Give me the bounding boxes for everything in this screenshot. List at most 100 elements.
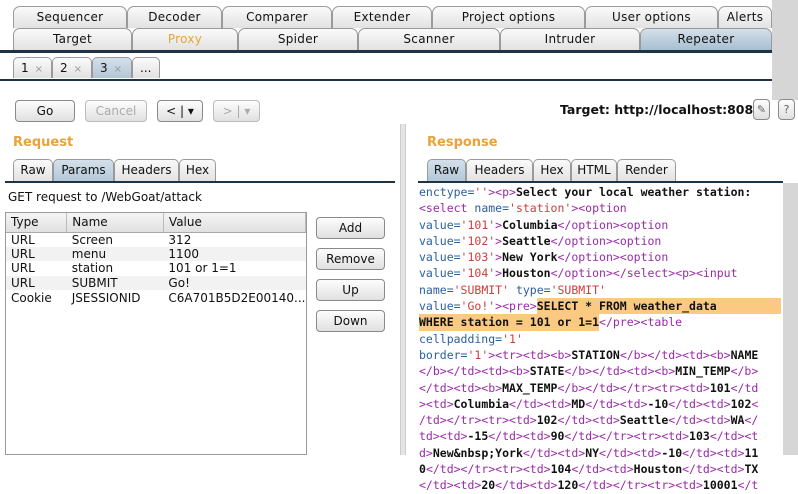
tab-proxy[interactable]: Proxy: [132, 28, 238, 50]
response-line: border= '1' ><tr><td><b> STATION </b></td><t…: [419, 347, 781, 363]
go-button[interactable]: Go: [15, 100, 75, 122]
tab-target[interactable]: Target: [13, 28, 132, 50]
code-token: 0: [419, 462, 426, 477]
code-token: </td><td>: [495, 478, 558, 493]
code-token: 104: [550, 462, 572, 477]
response-tab-html[interactable]: HTML: [571, 159, 617, 181]
close-icon[interactable]: ×: [114, 64, 122, 75]
code-token: value=: [419, 266, 461, 281]
code-token: SELECT * FROM weather_data: [536, 298, 717, 315]
repeater-tab-more[interactable]: ...: [132, 57, 160, 78]
param-type[interactable]: URL: [6, 275, 67, 291]
tab-sequencer[interactable]: Sequencer: [13, 6, 127, 28]
tab-decoder[interactable]: Decoder: [127, 6, 222, 28]
code-token: '1': [467, 347, 489, 362]
code-token: Seattle: [502, 233, 551, 248]
close-icon[interactable]: ×: [74, 64, 82, 75]
param-type[interactable]: URL: [6, 246, 67, 262]
code-token: type=: [509, 282, 551, 297]
code-token: </td><t: [709, 429, 759, 444]
code-token: '102': [460, 233, 496, 248]
request-tab-headers[interactable]: Headers: [114, 159, 179, 181]
param-row[interactable]: URL SUBMIT Go!: [6, 275, 306, 291]
code-token: </td><td>: [668, 413, 731, 428]
back-button[interactable]: < | ▾: [157, 100, 203, 122]
code-token: </b></td><td><b>: [564, 364, 676, 379]
tab-project-options[interactable]: Project options: [432, 6, 585, 28]
code-token: </td><td>: [488, 429, 551, 444]
response-tab-headers[interactable]: Headers: [466, 159, 533, 181]
divider: [418, 181, 783, 183]
close-icon[interactable]: ×: [35, 64, 43, 75]
param-value[interactable]: 312: [163, 232, 305, 247]
code-token: </td></tr><tr><td>: [425, 462, 551, 477]
response-scrollbar[interactable]: [783, 183, 798, 455]
tab-intruder[interactable]: Intruder: [500, 28, 640, 50]
param-value[interactable]: 1100: [163, 246, 306, 262]
tab-repeater[interactable]: Repeater: [640, 28, 772, 50]
response-line: <select name='station' ><option: [419, 200, 781, 216]
param-type[interactable]: URL: [6, 232, 67, 247]
param-name[interactable]: menu: [66, 246, 164, 262]
param-row[interactable]: URL Screen 312: [6, 232, 306, 247]
param-type[interactable]: Cookie: [6, 290, 67, 305]
tab-scanner[interactable]: Scanner: [358, 28, 500, 50]
param-value[interactable]: Go!: [163, 275, 306, 291]
code-token: </b></td></tr><tr><td>: [557, 380, 710, 395]
code-token: Select your local weather station:: [515, 185, 752, 199]
code-token: 10001: [702, 478, 738, 493]
code-token: >: [495, 250, 503, 265]
param-name[interactable]: Screen: [67, 232, 164, 247]
request-tab-raw[interactable]: Raw: [13, 159, 53, 181]
code-token: New York: [502, 250, 558, 265]
edit-target-button[interactable]: ✎: [753, 99, 770, 120]
response-tab-raw[interactable]: Raw: [427, 159, 466, 181]
request-tab-hex[interactable]: Hex: [179, 159, 216, 181]
cancel-button[interactable]: Cancel: [85, 100, 147, 122]
code-token: NY: [585, 445, 600, 460]
response-line: name= 'SUBMIT' type= 'SUBMIT': [419, 282, 781, 298]
remove-button[interactable]: Remove: [316, 248, 385, 270]
param-value[interactable]: 101 or 1=1: [163, 261, 305, 276]
response-body[interactable]: enctype= '' ><p> Select your local weather …: [419, 184, 781, 494]
repeater-tab-1[interactable]: 1 ×: [13, 57, 52, 78]
response-tab-render[interactable]: Render: [617, 159, 676, 181]
param-row[interactable]: Cookie JSESSIONID C6A701B5D2E00140...: [6, 290, 306, 305]
param-name[interactable]: station: [67, 261, 164, 276]
param-row[interactable]: URL menu 1100: [6, 246, 306, 262]
param-name[interactable]: JSESSIONID: [67, 290, 164, 305]
column-header-type[interactable]: Type: [6, 213, 68, 233]
param-row[interactable]: URL station 101 or 1=1: [6, 261, 306, 276]
code-token: <: [751, 396, 759, 411]
param-type[interactable]: URL: [6, 261, 67, 276]
tab-extender[interactable]: Extender: [332, 6, 432, 28]
code-token: MAX_TEMP: [502, 380, 558, 395]
repeater-tab-3[interactable]: 3 ×: [92, 57, 132, 78]
code-token: Columbia: [502, 217, 558, 232]
response-line: </b></td><td><b> STATE </b></td><td><b> MIN…: [419, 363, 781, 379]
up-button[interactable]: Up: [316, 279, 385, 301]
help-button[interactable]: ?: [778, 99, 795, 120]
tab-spider[interactable]: Spider: [238, 28, 358, 50]
code-token: </td><td><b>: [419, 380, 503, 395]
code-token: >: [495, 233, 503, 248]
param-value[interactable]: C6A701B5D2E00140...: [163, 290, 305, 305]
param-name[interactable]: SUBMIT: [66, 275, 164, 291]
request-tab-params[interactable]: Params: [53, 159, 114, 181]
column-header-value[interactable]: Value: [163, 213, 307, 233]
code-token: </b></td><td><b>: [419, 364, 530, 379]
tab-comparer[interactable]: Comparer: [222, 6, 332, 28]
column-header-name[interactable]: Name: [66, 213, 164, 233]
add-button[interactable]: Add: [316, 217, 385, 239]
repeater-tab-2[interactable]: 2 ×: [52, 57, 92, 78]
response-tab-hex[interactable]: Hex: [533, 159, 571, 181]
tab-user-options[interactable]: User options: [585, 6, 718, 28]
code-token: </td: [730, 380, 759, 395]
code-token: >: [495, 217, 503, 232]
down-button[interactable]: Down: [316, 310, 385, 332]
code-token: 'SUBMIT': [550, 282, 606, 297]
tab-alerts[interactable]: Alerts: [718, 6, 772, 28]
panel-splitter[interactable]: [400, 124, 406, 455]
code-token: TX: [744, 462, 759, 477]
forward-button[interactable]: > | ▾: [213, 100, 260, 122]
